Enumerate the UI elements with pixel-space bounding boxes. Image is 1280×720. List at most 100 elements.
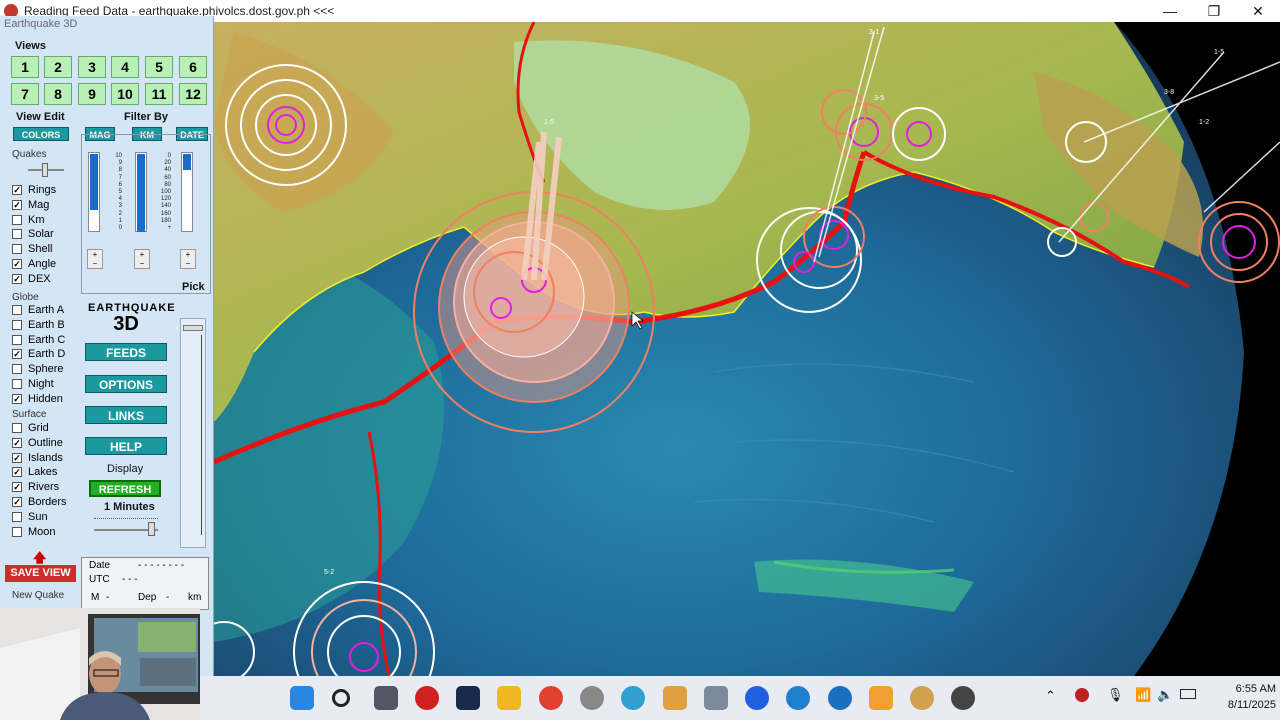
speaker-icon[interactable]: 🔈: [1157, 687, 1173, 703]
checkmark-icon[interactable]: ✓: [12, 452, 22, 463]
recorder-app-icon[interactable]: [951, 686, 975, 710]
refresh-button[interactable]: REFRESH: [89, 480, 161, 497]
checkbox-rings[interactable]: ✓ Rings: [12, 184, 56, 196]
globe-map[interactable]: 1-5 3-1 3-5 1-5 5-2 3-8 1-2: [214, 22, 1280, 676]
checkbox-rivers[interactable]: ✓ Rivers: [12, 481, 59, 493]
earthquake-app-icon[interactable]: [415, 686, 439, 710]
feeds-button[interactable]: FEEDS: [85, 343, 167, 361]
cortana-icon[interactable]: [828, 686, 852, 710]
slack-icon[interactable]: [663, 686, 687, 710]
checkbox-box[interactable]: [12, 379, 22, 389]
mag-plus-minus-button[interactable]: + −: [87, 249, 103, 269]
checkmark-icon[interactable]: ✓: [12, 349, 22, 360]
checkbox-borders[interactable]: ✓ Borders: [12, 496, 67, 508]
wifi-icon[interactable]: 📶: [1135, 687, 1151, 703]
checkmark-icon[interactable]: ✓: [12, 273, 22, 284]
options-button[interactable]: OPTIONS: [85, 375, 167, 393]
browser-icon[interactable]: [580, 686, 604, 710]
checkbox-sphere[interactable]: Sphere: [12, 363, 63, 375]
checkbox-shell[interactable]: Shell: [12, 243, 52, 255]
checkmark-icon[interactable]: ✓: [12, 259, 22, 269]
checkbox-earth-c[interactable]: Earth C: [12, 334, 65, 346]
view-button-10[interactable]: 10: [111, 83, 139, 105]
view-button-11[interactable]: 11: [145, 83, 173, 105]
checkbox-box[interactable]: [12, 319, 22, 330]
task-view-icon[interactable]: [374, 686, 398, 710]
close-button[interactable]: ✕: [1236, 3, 1280, 20]
calculator-icon[interactable]: [704, 686, 728, 710]
checkmark-icon[interactable]: ✓: [12, 199, 22, 210]
checkbox-box[interactable]: [12, 334, 22, 345]
checkbox-grid[interactable]: Grid: [12, 422, 49, 434]
checkbox-box[interactable]: [12, 423, 22, 433]
checkbox-box[interactable]: [12, 214, 22, 225]
view-button-2[interactable]: 2: [44, 56, 72, 78]
checkbox-moon[interactable]: Moon: [12, 526, 56, 538]
chrome-icon[interactable]: [539, 686, 563, 710]
date-plus-minus-button[interactable]: + −: [180, 249, 196, 269]
chevron-up-icon[interactable]: ⌃: [1045, 688, 1056, 704]
checkbox-mag[interactable]: ✓ Mag: [12, 199, 49, 211]
checkbox-box[interactable]: [12, 305, 22, 315]
view-button-7[interactable]: 7: [11, 83, 39, 105]
checkbox-angle[interactable]: ✓ Angle: [12, 258, 56, 270]
checkbox-box[interactable]: [12, 364, 22, 375]
checkmark-icon[interactable]: ✓: [12, 467, 22, 478]
checkmark-icon[interactable]: ✓: [12, 497, 22, 507]
microphone-icon[interactable]: 🎙: [1107, 687, 1124, 703]
checkbox-solar[interactable]: Solar: [12, 228, 54, 240]
checkbox-sun[interactable]: Sun: [12, 511, 48, 523]
weather-app-icon[interactable]: [910, 686, 934, 710]
clock-date[interactable]: 8/11/2025: [1202, 699, 1276, 711]
checkmark-icon[interactable]: ✓: [12, 437, 22, 448]
checkbox-earth-b[interactable]: Earth B: [12, 319, 65, 331]
checkbox-night[interactable]: Night: [12, 378, 54, 390]
maximize-button[interactable]: ❐: [1192, 3, 1236, 20]
km-plus-minus-button[interactable]: + −: [134, 249, 150, 269]
interval-slider[interactable]: [94, 518, 158, 538]
checkbox-earth-d[interactable]: ✓ Earth D: [12, 348, 65, 360]
sync-app-icon[interactable]: [786, 686, 810, 710]
quake-rings-east[interactable]: [1198, 201, 1280, 283]
checkbox-box[interactable]: [12, 244, 22, 255]
clock-time[interactable]: 6:55 AM: [1202, 683, 1276, 695]
zoom-icon[interactable]: [745, 686, 769, 710]
battery-icon[interactable]: [1180, 689, 1196, 699]
security-icon[interactable]: [1075, 688, 1089, 702]
checkbox-km[interactable]: Km: [12, 214, 45, 226]
view-button-12[interactable]: 12: [179, 83, 207, 105]
search-icon[interactable]: [332, 689, 350, 707]
links-button[interactable]: LINKS: [85, 406, 167, 424]
minimize-button[interactable]: —: [1148, 3, 1192, 19]
checkmark-icon[interactable]: ✓: [12, 393, 22, 404]
globe-view[interactable]: 1-5 3-1 3-5 1-5 5-2 3-8 1-2: [214, 22, 1280, 676]
view-button-3[interactable]: 3: [78, 56, 106, 78]
windows-start-icon[interactable]: [290, 686, 314, 710]
checkmark-icon[interactable]: ✓: [12, 185, 22, 195]
colors-button[interactable]: COLORS: [13, 127, 69, 141]
checkbox-lakes[interactable]: ✓ Lakes: [12, 466, 57, 478]
quake-size-slider[interactable]: [28, 163, 64, 177]
view-button-1[interactable]: 1: [11, 56, 39, 78]
checkbox-box[interactable]: [12, 526, 22, 537]
terminal-icon[interactable]: [456, 686, 480, 710]
help-button[interactable]: HELP: [85, 437, 167, 455]
checkbox-box[interactable]: [12, 229, 22, 240]
checkbox-islands[interactable]: ✓ Islands: [12, 452, 63, 464]
checkbox-hidden[interactable]: ✓ Hidden: [12, 393, 63, 405]
mag-filter-slider[interactable]: [88, 152, 100, 232]
save-view-button[interactable]: SAVE VIEW: [5, 565, 76, 582]
checkbox-dex[interactable]: ✓ DEX: [12, 273, 51, 285]
pick-slider[interactable]: [180, 318, 206, 548]
media-app-icon[interactable]: [869, 686, 893, 710]
file-explorer-icon[interactable]: [497, 686, 521, 710]
view-button-9[interactable]: 9: [78, 83, 106, 105]
globe-app-icon[interactable]: [621, 686, 645, 710]
view-button-8[interactable]: 8: [44, 83, 72, 105]
checkbox-outline[interactable]: ✓ Outline: [12, 437, 63, 449]
checkmark-icon[interactable]: ✓: [12, 482, 22, 493]
km-filter-slider[interactable]: [135, 152, 147, 232]
checkbox-earth-a[interactable]: Earth A: [12, 304, 64, 316]
date-filter-slider[interactable]: [181, 152, 193, 232]
view-button-6[interactable]: 6: [179, 56, 207, 78]
